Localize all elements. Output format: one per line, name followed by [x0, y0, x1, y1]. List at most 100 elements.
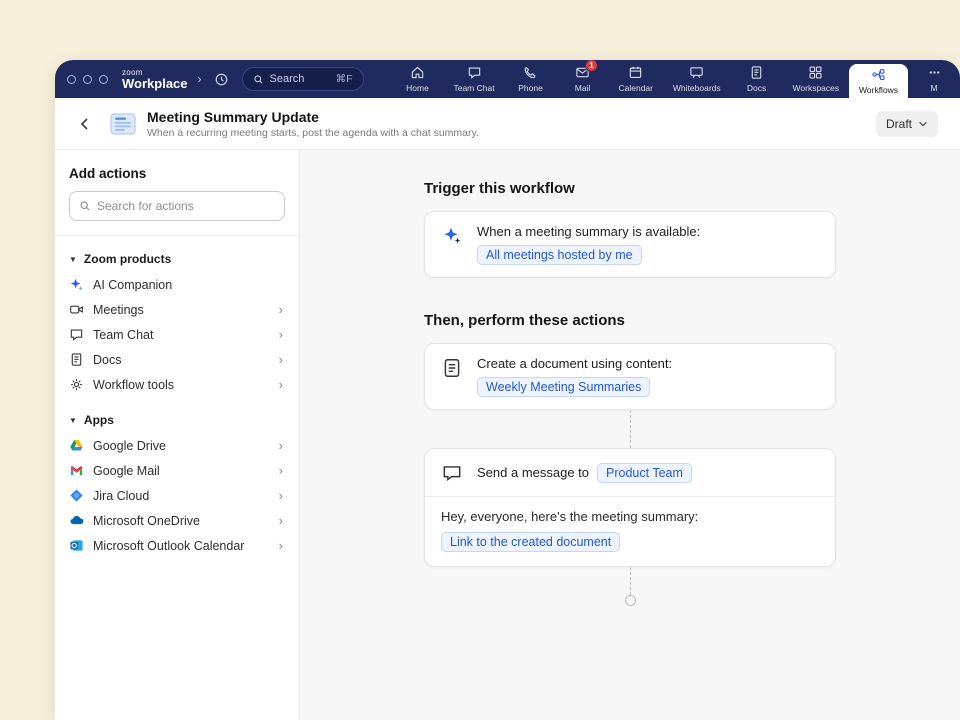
jira-icon: [69, 488, 84, 503]
sidebar-item-google-drive[interactable]: Google Drive ›: [69, 433, 285, 458]
chevron-right-icon: ›: [279, 302, 285, 317]
workflow-subtitle: When a recurring meeting starts, post th…: [147, 127, 479, 139]
sidebar-item-workflow-tools[interactable]: Workflow tools ›: [69, 372, 285, 397]
google-mail-icon: [69, 463, 84, 478]
chevron-right-icon: ›: [279, 438, 285, 453]
nav-item-home[interactable]: Home: [392, 60, 444, 98]
nav-item-workspaces[interactable]: Workspaces: [783, 60, 850, 98]
logo-workplace-text: Workplace: [122, 77, 188, 90]
sidebar-item-team-chat[interactable]: Team Chat ›: [69, 322, 285, 347]
document-content-tag[interactable]: Weekly Meeting Summaries: [477, 377, 650, 397]
section-zoom-products[interactable]: ▼ Zoom products: [69, 252, 285, 266]
trigger-text: When a meeting summary is available:: [477, 224, 700, 239]
chevron-right-icon: ›: [279, 513, 285, 528]
draft-status-label: Draft: [886, 117, 912, 131]
connector-dashed: [630, 410, 631, 448]
sidebar-title: Add actions: [69, 166, 285, 181]
create-document-card[interactable]: Create a document using content: Weekly …: [424, 343, 836, 410]
outlook-calendar-icon: [69, 538, 84, 553]
actions-search[interactable]: [69, 191, 285, 221]
section-apps[interactable]: ▼ Apps: [69, 413, 285, 427]
window-close-button[interactable]: [67, 75, 76, 84]
document-icon: [441, 357, 463, 379]
nav-item-whiteboards[interactable]: Whiteboards: [663, 60, 731, 98]
chevron-right-icon: ›: [279, 377, 285, 392]
window-minimize-button[interactable]: [83, 75, 92, 84]
sidebar-item-microsoft-onedrive[interactable]: Microsoft OneDrive ›: [69, 508, 285, 533]
chevron-left-icon: [77, 116, 93, 132]
nav-item-calendar[interactable]: Calendar: [609, 60, 663, 98]
sidebar-item-ai-companion[interactable]: AI Companion: [69, 272, 285, 297]
chevron-right-icon: ›: [279, 327, 285, 342]
docs-icon: [749, 65, 764, 80]
search-shortcut: ⌘F: [336, 73, 353, 85]
sidebar-item-docs[interactable]: Docs ›: [69, 347, 285, 372]
send-message-text: Send a message to: [477, 465, 589, 480]
chat-bubble-icon: [441, 462, 463, 484]
actions-search-input[interactable]: [97, 199, 275, 213]
sidebar-divider: [55, 235, 299, 236]
zoom-workplace-logo: zoom Workplace: [122, 69, 188, 90]
message-recipient-tag[interactable]: Product Team: [597, 463, 692, 483]
trigger-card[interactable]: When a meeting summary is available: All…: [424, 211, 836, 278]
top-navbar: zoom Workplace › Search ⌘F: [55, 60, 960, 98]
ai-sparkle-icon: [441, 225, 463, 247]
chevron-down-icon: [918, 119, 928, 129]
triangle-down-icon: ▼: [69, 416, 77, 425]
meetings-icon: [69, 302, 84, 317]
window-controls: [67, 75, 108, 84]
chevron-right-icon[interactable]: ›: [198, 72, 202, 86]
nav-item-more-partial[interactable]: M: [908, 60, 960, 98]
zoom-workplace-window: zoom Workplace › Search ⌘F: [55, 60, 960, 720]
search-label: Search: [270, 73, 305, 85]
workflow-canvas: Trigger this workflow When a meeting sum…: [300, 150, 960, 720]
gear-icon: [69, 377, 84, 392]
workspaces-icon: [808, 65, 823, 80]
calendar-icon: [628, 65, 643, 80]
chevron-right-icon: ›: [279, 352, 285, 367]
docs-icon: [69, 352, 84, 367]
workflow-end-node: [625, 595, 636, 606]
search-icon: [79, 200, 91, 212]
mail-unread-badge: 1: [585, 60, 598, 72]
workflow-title: Meeting Summary Update: [147, 109, 479, 125]
team-chat-icon: [69, 327, 84, 342]
chevron-right-icon: ›: [279, 488, 285, 503]
message-link-tag[interactable]: Link to the created document: [441, 532, 620, 552]
nav-item-docs[interactable]: Docs: [731, 60, 783, 98]
send-message-card[interactable]: Send a message to Product Team Hey, ever…: [424, 448, 836, 567]
nav-item-workflows[interactable]: Workflows: [849, 64, 908, 98]
sidebar-item-microsoft-outlook-calendar[interactable]: Microsoft Outlook Calendar ›: [69, 533, 285, 558]
nav-item-mail[interactable]: 1 Mail: [557, 60, 609, 98]
trigger-scope-tag[interactable]: All meetings hosted by me: [477, 245, 642, 265]
navbar-tabs: Home Team Chat Phone 1 Mail: [392, 60, 960, 98]
back-button[interactable]: [73, 112, 97, 136]
global-search[interactable]: Search ⌘F: [242, 67, 364, 91]
trigger-heading: Trigger this workflow: [424, 180, 836, 197]
triangle-down-icon: ▼: [69, 255, 77, 264]
whiteboard-icon: [689, 65, 704, 80]
chevron-right-icon: ›: [279, 463, 285, 478]
more-icon: [927, 65, 942, 80]
sidebar-item-jira-cloud[interactable]: Jira Cloud ›: [69, 483, 285, 508]
home-icon: [410, 65, 425, 80]
google-drive-icon: [69, 438, 84, 453]
draft-status-dropdown[interactable]: Draft: [876, 111, 938, 137]
history-icon[interactable]: [212, 69, 232, 89]
connector-dashed: [630, 567, 631, 595]
sidebar-item-meetings[interactable]: Meetings ›: [69, 297, 285, 322]
sidebar-item-google-mail[interactable]: Google Mail ›: [69, 458, 285, 483]
desktop-background: zoom Workplace › Search ⌘F: [0, 0, 960, 720]
meeting-summary-icon: [109, 111, 137, 137]
nav-item-phone[interactable]: Phone: [505, 60, 557, 98]
window-maximize-button[interactable]: [99, 75, 108, 84]
actions-sidebar: Add actions ▼ Zoom products AI Companion: [55, 150, 300, 720]
phone-icon: [523, 65, 538, 80]
workflows-icon: [871, 67, 886, 82]
workflow-header: Meeting Summary Update When a recurring …: [55, 98, 960, 150]
nav-item-team-chat[interactable]: Team Chat: [444, 60, 505, 98]
onedrive-icon: [69, 513, 84, 528]
search-icon: [253, 74, 264, 85]
chevron-right-icon: ›: [279, 538, 285, 553]
actions-heading: Then, perform these actions: [424, 312, 836, 329]
